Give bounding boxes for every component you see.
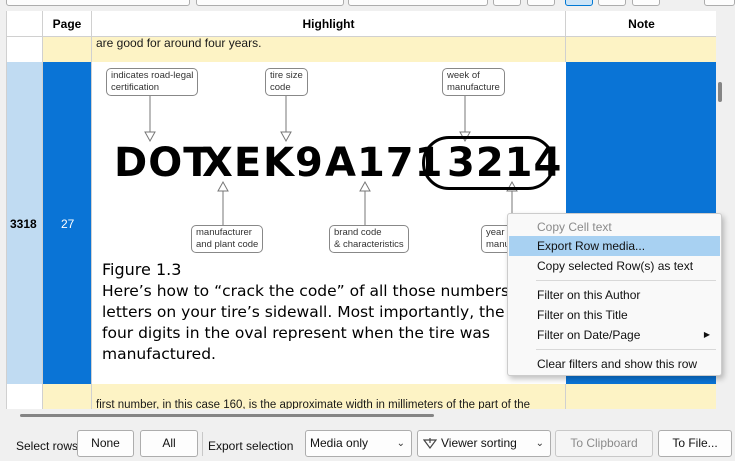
sort-icon: [423, 438, 437, 449]
to-clipboard-button[interactable]: To Clipboard: [555, 430, 653, 457]
toolbar-button-5[interactable]: [704, 0, 735, 6]
chevron-down-icon: ⌄: [396, 438, 405, 449]
horizontal-scrollbar-thumb[interactable]: [20, 414, 434, 417]
chevron-down-icon: ⌄: [535, 438, 544, 449]
media-select-value: Media only: [310, 436, 369, 450]
vertical-scrollbar-thumb[interactable]: [718, 82, 722, 102]
menu-item-filter-date-page-label: Filter on Date/Page: [537, 328, 641, 342]
callout-manufacturer: manufacturer and plant code: [191, 225, 264, 253]
row-header[interactable]: [7, 37, 43, 62]
menu-item-clear-filters[interactable]: Clear filters and show this row: [509, 354, 720, 374]
bottom-toolbar: Select rows None All Export selection Me…: [0, 425, 735, 461]
figure-title: Figure 1.3: [102, 260, 182, 279]
submenu-arrow-icon: ▶: [703, 330, 710, 339]
menu-item-copy-cell-text[interactable]: Copy Cell text: [509, 217, 720, 237]
page-cell[interactable]: [43, 384, 92, 409]
highlight-text: are good for around four years.: [96, 37, 262, 50]
highlight-cell[interactable]: are good for around four years.: [92, 37, 566, 62]
callout-week: week of manufacture: [442, 68, 505, 96]
menu-separator: [536, 280, 716, 281]
select-rows-label: Select rows: [16, 439, 79, 453]
note-cell[interactable]: [566, 384, 716, 409]
toolbar-button-4[interactable]: [632, 0, 660, 6]
toolbar-button-2[interactable]: [527, 0, 555, 6]
page-cell[interactable]: 27: [43, 62, 92, 384]
row-header-corner: [7, 11, 43, 37]
highlight-text: first number, in this case 160, is the a…: [96, 399, 531, 409]
note-cell[interactable]: [566, 37, 716, 62]
menu-item-filter-title[interactable]: Filter on this Title: [509, 305, 720, 325]
to-file-button[interactable]: To File...: [658, 430, 732, 457]
row-header[interactable]: [7, 384, 43, 409]
toolbar-button-3[interactable]: [598, 0, 626, 6]
page-cell[interactable]: [43, 37, 92, 62]
row-header[interactable]: 3318: [7, 62, 43, 384]
media-select[interactable]: Media only ⌄: [305, 430, 412, 457]
column-header-highlight[interactable]: Highlight: [92, 11, 566, 37]
grid-header: Page Highlight Note: [7, 11, 716, 37]
code-k9: K9: [263, 140, 324, 186]
page-number: 27: [61, 217, 75, 231]
column-header-note[interactable]: Note: [566, 11, 716, 37]
sorting-select-value: Viewer sorting: [441, 436, 517, 450]
row-context-menu: Copy Cell text Export Row media... Copy …: [507, 213, 722, 376]
select-all-button[interactable]: All: [140, 430, 198, 457]
highlight-cell[interactable]: first number, in this case 160, is the a…: [92, 384, 566, 409]
code-dot: DOT: [114, 140, 212, 186]
menu-item-filter-author[interactable]: Filter on this Author: [509, 285, 720, 305]
toolbar-field-3[interactable]: [348, 0, 488, 6]
column-header-page[interactable]: Page: [43, 11, 92, 37]
tire-code-figure: indicates road-legal certification tire …: [93, 62, 566, 384]
callout-tire-size: tire size code: [265, 68, 308, 96]
menu-item-copy-rows-as-text[interactable]: Copy selected Row(s) as text: [509, 256, 720, 276]
table-row[interactable]: first number, in this case 160, is the a…: [7, 384, 716, 409]
top-toolbar: [0, 0, 735, 11]
menu-item-export-row-media[interactable]: Export Row media...: [509, 236, 720, 256]
figure-caption: Here’s how to “crack the code” of all th…: [102, 282, 544, 363]
export-selection-label: Export selection: [208, 439, 294, 453]
code-xe: XE: [202, 140, 263, 186]
sorting-select[interactable]: Viewer sorting ⌄: [417, 430, 551, 457]
menu-separator: [536, 349, 716, 350]
toolbar-button-1[interactable]: [493, 0, 521, 6]
code-date: 3214: [447, 140, 563, 186]
select-none-button[interactable]: None: [77, 430, 134, 457]
toolbar-divider: [202, 432, 203, 456]
callout-brand: brand code & characteristics: [329, 225, 409, 253]
row-id: 3318: [10, 217, 37, 231]
toolbar-field-2[interactable]: [196, 0, 344, 6]
menu-item-filter-date-page[interactable]: Filter on Date/Page ▶: [509, 325, 720, 345]
toolbar-button-selected[interactable]: [565, 0, 593, 6]
toolbar-field-1[interactable]: [6, 0, 190, 6]
callout-certification: indicates road-legal certification: [106, 68, 199, 96]
table-row[interactable]: are good for around four years.: [7, 37, 716, 62]
